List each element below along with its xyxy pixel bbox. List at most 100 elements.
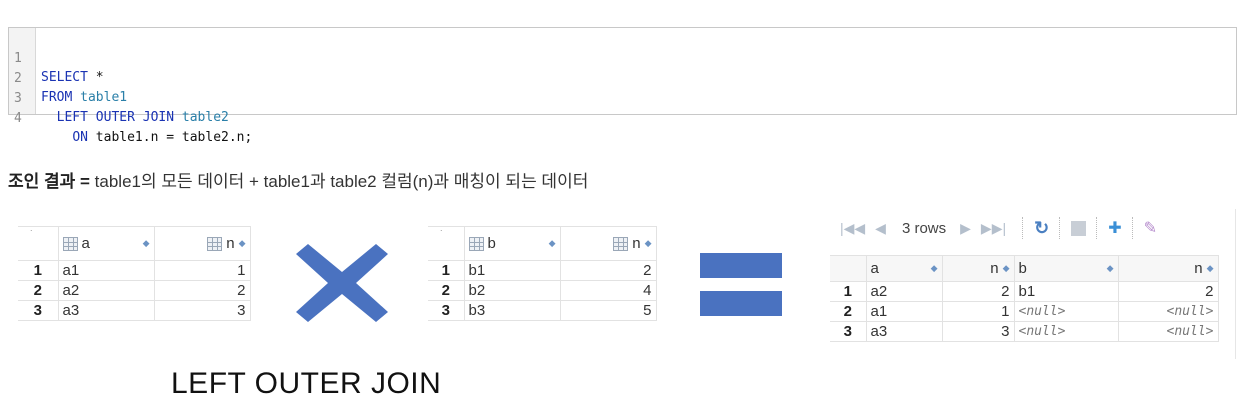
cell-b-null[interactable]: <null> xyxy=(1013,321,1119,342)
table-row[interactable]: 3 a3 3 <null> <null> xyxy=(830,321,1219,342)
row-count: 3 rows xyxy=(901,219,947,237)
sort-icon[interactable]: ◆ xyxy=(931,263,938,274)
column-label: b xyxy=(487,235,496,252)
edit-icon[interactable]: ✎ xyxy=(1144,218,1157,238)
table-row[interactable]: 1 a1 1 xyxy=(18,260,251,281)
cell-a[interactable]: a2 xyxy=(57,280,155,301)
row-number-header xyxy=(830,255,867,282)
cell-a[interactable]: a3 xyxy=(865,321,943,342)
cell-n[interactable]: 2 xyxy=(153,280,251,301)
sql-text: table1.n = table2.n; xyxy=(87,130,253,145)
cell-b[interactable]: b2 xyxy=(463,280,561,301)
table2-grid: . b ◆ n ◆ 1 b1 2 2 b2 4 3 b3 5 xyxy=(428,223,657,321)
sql-keyword: LEFT OUTER JOIN xyxy=(56,110,175,125)
table-row[interactable]: 3 a3 3 xyxy=(18,300,251,321)
table-row[interactable]: 1 b1 2 xyxy=(428,260,657,281)
next-page-icon[interactable]: ▶ xyxy=(960,220,971,237)
stop-icon[interactable] xyxy=(1071,220,1087,236)
sort-icon[interactable]: ◆ xyxy=(239,238,246,249)
sql-keyword: SELECT xyxy=(41,70,88,85)
sort-icon[interactable]: ◆ xyxy=(1207,263,1214,274)
sql-keyword: ON xyxy=(72,130,88,145)
column-header-a[interactable]: a ◆ xyxy=(57,226,155,261)
toolbar-divider xyxy=(1096,217,1098,239)
column-label: n xyxy=(226,235,235,252)
join-type-caption: LEFT OUTER JOIN xyxy=(171,367,442,400)
sort-icon[interactable]: ◆ xyxy=(1003,263,1010,274)
column-header-n[interactable]: n ◆ xyxy=(559,226,657,261)
column-header-b[interactable]: b ◆ xyxy=(1013,255,1119,282)
column-label: a xyxy=(870,260,879,277)
description-bold: 조인 결과 = xyxy=(8,172,90,191)
line-number: 4 xyxy=(14,111,22,126)
column-header-n[interactable]: n ◆ xyxy=(153,226,251,261)
sort-icon[interactable]: ◆ xyxy=(549,238,556,249)
column-header-n[interactable]: n ◆ xyxy=(1117,255,1219,282)
sql-table-name: table2 xyxy=(181,110,229,125)
table-row[interactable]: 1 a2 2 b1 2 xyxy=(830,281,1219,302)
cell-n-null[interactable]: <null> xyxy=(1117,321,1219,342)
table-row[interactable]: 3 b3 5 xyxy=(428,300,657,321)
cross-icon xyxy=(296,244,388,322)
equals-icon-bottom-bar xyxy=(700,291,782,316)
cell-n-null[interactable]: <null> xyxy=(1117,301,1219,322)
row-number: 3 xyxy=(830,321,867,342)
row-number-header xyxy=(18,226,59,261)
cell-n[interactable]: 1 xyxy=(941,301,1015,322)
column-label: b xyxy=(1018,260,1027,277)
previous-page-icon[interactable]: ◀ xyxy=(875,220,886,237)
cell-b[interactable]: b3 xyxy=(463,300,561,321)
first-page-icon[interactable]: |◀◀ xyxy=(840,220,865,237)
column-icon xyxy=(468,237,484,252)
row-number: 1 xyxy=(830,281,867,302)
toolbar-divider xyxy=(1131,217,1134,239)
column-header-n[interactable]: n ◆ xyxy=(941,255,1015,282)
table-row[interactable]: 2 a2 2 xyxy=(18,280,251,301)
cell-a[interactable]: a3 xyxy=(57,300,155,321)
cell-a[interactable]: a1 xyxy=(865,301,943,322)
cell-a[interactable]: a1 xyxy=(57,260,155,281)
cell-n[interactable]: 4 xyxy=(559,280,657,301)
last-page-icon[interactable]: ▶▶| xyxy=(981,220,1006,237)
column-header-a[interactable]: a ◆ xyxy=(865,255,943,282)
column-icon xyxy=(62,237,78,252)
refresh-icon[interactable]: ↻ xyxy=(1034,218,1049,239)
grid-corner-dot: . xyxy=(30,223,33,233)
equals-icon-top-bar xyxy=(700,253,782,278)
row-number: 2 xyxy=(830,301,867,322)
cell-b-null[interactable]: <null> xyxy=(1013,301,1119,322)
cell-n[interactable]: 2 xyxy=(941,281,1015,302)
cell-n[interactable]: 5 xyxy=(559,300,657,321)
row-number: 1 xyxy=(428,260,465,281)
toolbar-divider xyxy=(1059,217,1061,239)
toolbar-divider xyxy=(1022,217,1024,239)
code-line-3: 3 LEFT OUTER JOIN table2 xyxy=(9,70,229,125)
column-label: n xyxy=(1194,260,1203,277)
cell-n[interactable]: 2 xyxy=(1117,281,1219,302)
grid-corner-dot: . xyxy=(440,223,443,233)
sort-icon[interactable]: ◆ xyxy=(143,238,150,249)
row-number: 1 xyxy=(18,260,59,281)
cell-b[interactable]: b1 xyxy=(1013,281,1119,302)
cell-n[interactable]: 3 xyxy=(941,321,1015,342)
table1-grid: . a ◆ n ◆ 1 a1 1 2 a2 2 3 a3 3 xyxy=(18,223,251,321)
row-number: 3 xyxy=(18,300,59,321)
code-line-2: 2 FROM table1 xyxy=(9,50,127,105)
table-row[interactable]: 2 b2 4 xyxy=(428,280,657,301)
column-header-b[interactable]: b ◆ xyxy=(463,226,561,261)
row-number: 2 xyxy=(428,280,465,301)
cell-n[interactable]: 2 xyxy=(559,260,657,281)
sort-icon[interactable]: ◆ xyxy=(1107,263,1114,274)
table-row[interactable]: 2 a1 1 <null> <null> xyxy=(830,301,1219,322)
cell-a[interactable]: a2 xyxy=(865,281,943,302)
column-label: n xyxy=(632,235,641,252)
column-label: a xyxy=(81,235,90,252)
row-number: 3 xyxy=(428,300,465,321)
cell-n[interactable]: 1 xyxy=(153,260,251,281)
cell-n[interactable]: 3 xyxy=(153,300,251,321)
sql-code-block: 1 SELECT * 2 FROM table1 3 LEFT OUTER JO… xyxy=(8,27,1237,145)
cell-b[interactable]: b1 xyxy=(463,260,561,281)
sort-icon[interactable]: ◆ xyxy=(645,238,652,249)
result-grid: |◀◀ ◀ 3 rows ▶ ▶▶| ↻ ✚ ✎ a ◆ n ◆ b ◆ n ◆ 1 a… xyxy=(830,209,1236,359)
add-row-icon[interactable]: ✚ xyxy=(1108,218,1121,238)
